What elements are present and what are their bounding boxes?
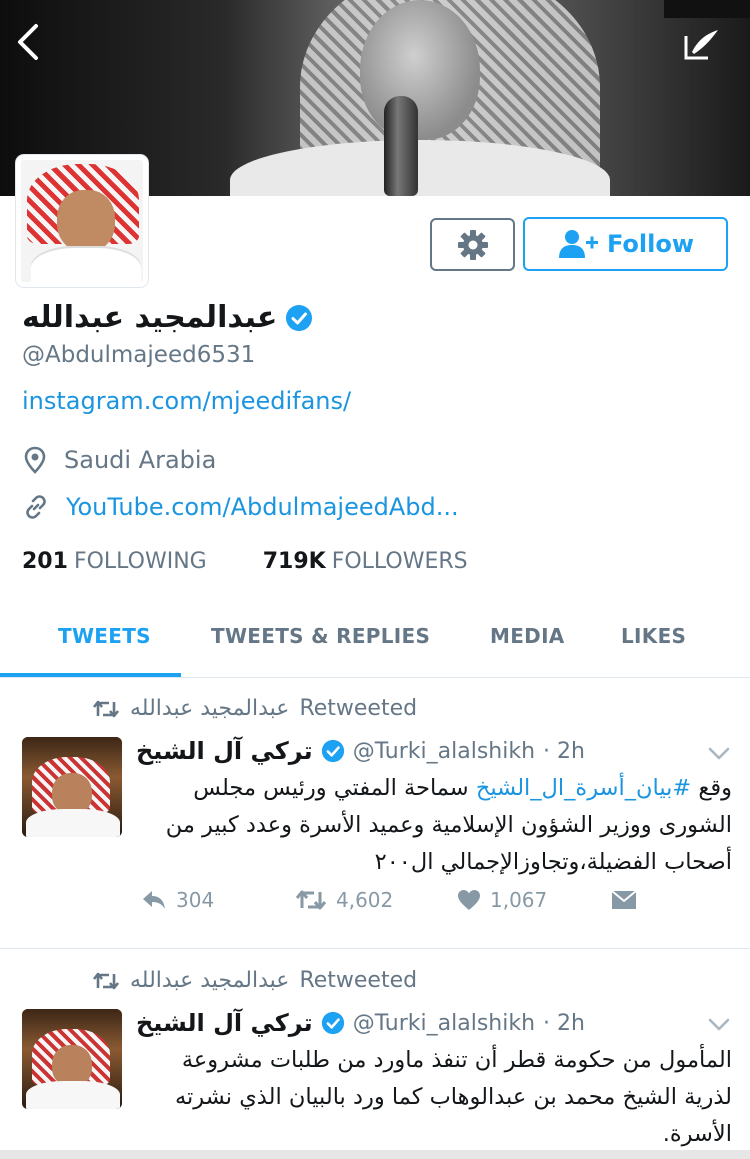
location-row: Saudi Arabia <box>24 446 216 474</box>
tweet-text: المأمول من حكومة قطر أن تنفذ ماورد من طل… <box>174 1047 732 1147</box>
profile-avatar[interactable] <box>16 155 148 287</box>
followers-stat[interactable]: 719K FOLLOWERS <box>263 549 468 574</box>
hashtag-link[interactable]: #بيان_أسرة_ال_الشيخ <box>476 775 691 801</box>
retweeter-name[interactable]: عبدالمجيد عبدالله <box>130 968 289 993</box>
bottom-edge <box>0 1150 750 1159</box>
location-text: Saudi Arabia <box>64 446 217 474</box>
compose-button[interactable] <box>682 26 722 62</box>
like-count: 1,067 <box>490 888 548 912</box>
retweet-icon <box>92 972 120 989</box>
tweet-time: · 2h <box>543 738 585 764</box>
chevron-left-icon <box>18 24 38 60</box>
gear-icon <box>457 229 488 260</box>
location-pin-icon <box>24 446 46 474</box>
compose-icon <box>684 30 718 60</box>
tweet-author-name[interactable]: تركي آل الشيخ <box>136 737 313 765</box>
bio-link[interactable]: instagram.com/mjeedifans/ <box>22 387 351 415</box>
reply-count: 304 <box>176 888 215 912</box>
tweet-header: تركي آل الشيخ @Turki_alalshikh · 2h <box>136 1009 585 1037</box>
retweeted-label: Retweeted <box>299 696 418 721</box>
banner-face <box>360 0 480 140</box>
tab-likes[interactable]: LIKES <box>621 624 686 648</box>
tweet-author-handle[interactable]: @Turki_alalshikh <box>353 1011 535 1036</box>
retweet-context: عبدالمجيد عبدالله Retweeted <box>92 696 417 721</box>
back-button[interactable] <box>8 22 48 66</box>
add-user-icon <box>558 230 598 258</box>
profile-handle: @Abdulmajeed6531 <box>22 342 256 368</box>
tweet-time: · 2h <box>543 1010 585 1036</box>
reply-icon <box>143 891 165 909</box>
banner-microphone <box>384 96 418 196</box>
retweet-button[interactable]: 4,602 <box>294 888 393 912</box>
tab-tweets-replies[interactable]: TWEETS & REPLIES <box>211 624 430 648</box>
retweeter-name[interactable]: عبدالمجيد عبدالله <box>130 696 289 721</box>
profile-name: عبدالمجيد عبدالله <box>22 300 278 335</box>
tab-media[interactable]: MEDIA <box>490 624 565 648</box>
tweet-author-avatar[interactable] <box>22 1009 122 1109</box>
heart-icon <box>458 890 480 910</box>
profile-stats: 201 FOLLOWING 719K FOLLOWERS <box>22 549 468 574</box>
follow-button[interactable]: Follow <box>523 217 728 271</box>
following-stat[interactable]: 201 FOLLOWING <box>22 549 207 574</box>
retweet-icon <box>92 700 120 717</box>
active-tab-indicator <box>0 673 181 677</box>
chevron-down-icon[interactable] <box>706 744 732 764</box>
tweet-header: تركي آل الشيخ @Turki_alalshikh · 2h <box>136 737 585 765</box>
follow-label: Follow <box>606 230 695 258</box>
verified-badge-icon <box>321 739 344 763</box>
chevron-down-icon[interactable] <box>706 1015 732 1035</box>
website-row[interactable]: YouTube.com/AbdulmajeedAbd... <box>24 493 459 521</box>
reply-button[interactable]: 304 <box>140 888 214 912</box>
verified-badge-icon <box>321 1011 344 1035</box>
tweet-author-name[interactable]: تركي آل الشيخ <box>136 1009 313 1037</box>
profile-name-row: عبدالمجيد عبدالله <box>22 300 313 335</box>
like-button[interactable]: 1,067 <box>456 888 547 912</box>
tweet-divider <box>0 948 750 949</box>
tweet-author-avatar[interactable] <box>22 737 122 837</box>
direct-message-button[interactable] <box>610 889 638 911</box>
retweet-icon <box>295 890 327 910</box>
website-link[interactable]: YouTube.com/AbdulmajeedAbd... <box>66 493 459 521</box>
profile-tabs: TWEETS TWEETS & REPLIES MEDIA LIKES <box>0 608 750 678</box>
retweeted-label: Retweeted <box>299 968 418 993</box>
link-icon <box>26 495 46 519</box>
banner-corner <box>664 0 750 18</box>
retweet-context: عبدالمجيد عبدالله Retweeted <box>92 968 417 993</box>
tweet-text: وقع #بيان_أسرة_ال_الشيخ سماحة المفتي ورئ… <box>165 775 732 875</box>
tweet-author-handle[interactable]: @Turki_alalshikh <box>353 739 535 764</box>
envelope-icon <box>611 890 637 909</box>
settings-button[interactable] <box>430 218 515 271</box>
tab-tweets[interactable]: TWEETS <box>58 624 151 648</box>
retweet-count: 4,602 <box>336 888 394 912</box>
verified-badge-icon <box>286 304 313 331</box>
